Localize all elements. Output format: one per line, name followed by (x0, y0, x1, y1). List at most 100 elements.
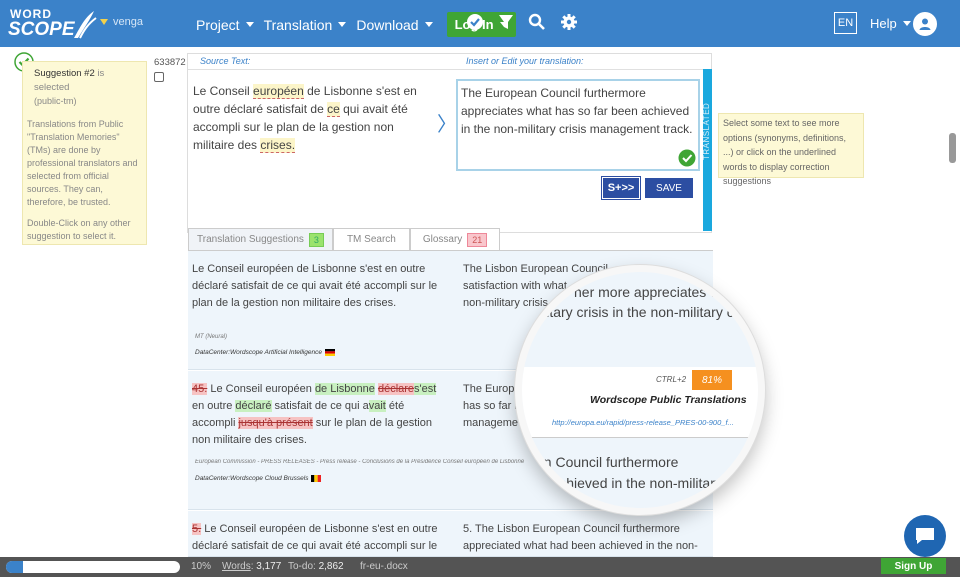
search-icon[interactable] (528, 13, 546, 31)
suggestion-source: Le Conseil européen de Lisbonne s'est en… (192, 263, 438, 309)
save-button[interactable]: SAVE (645, 178, 693, 198)
chevron-right-icon[interactable]: 〉 (437, 108, 457, 137)
todo-value: 2,862 (318, 561, 344, 572)
suggestion-row[interactable]: 5. Le Conseil européen de Lisbonne s'est… (188, 511, 713, 569)
info-subtitle: (public-tm) (34, 95, 77, 106)
tm-source-name: Wordscope Public Translations (590, 394, 747, 406)
nav-download-label: Download (356, 16, 419, 33)
diff-text: satisfait de ce qui a (271, 400, 369, 412)
editor-divider (188, 69, 711, 70)
nav-download[interactable]: Download (356, 16, 433, 33)
nav-translation-label: Translation (263, 16, 333, 33)
save-next-button[interactable]: S+>> (602, 177, 640, 199)
suggestion-datacenter: DataCenter:Wordscope Artificial Intellig… (195, 349, 335, 356)
todo-count: To-do: 2,862 (288, 561, 344, 572)
scrollbar[interactable] (949, 133, 956, 163)
diff-added: vait (368, 400, 386, 412)
toolbar-icons (466, 13, 592, 31)
segment-number: 633872 (154, 57, 186, 68)
suggestion-info-panel: Suggestion #2 is selected (public-tm) Tr… (22, 61, 147, 245)
segment-checkbox[interactable] (154, 72, 164, 82)
user-menu-caret-icon[interactable] (100, 19, 108, 25)
diff-deleted: jusqu'à présent (238, 417, 313, 429)
source-underlined-word[interactable]: ce (327, 102, 340, 117)
tab-translation-suggestions[interactable]: Translation Suggestions 3 (188, 228, 333, 250)
check-circle-icon[interactable] (466, 13, 484, 31)
diff-added: de Lis (314, 383, 345, 395)
translated-status-label: TRANSLATED (702, 102, 711, 160)
source-underlined-word[interactable]: crises. (260, 138, 296, 153)
tab-suggestions-label: Translation Suggestions (197, 234, 304, 245)
chevron-down-icon (902, 21, 911, 26)
help-menu[interactable]: Help (870, 16, 911, 31)
diff-added: s'est (414, 383, 437, 395)
user-name[interactable]: venga (113, 16, 143, 28)
source-text[interactable]: Le Conseil européen de Lisbonne s'est en… (193, 82, 433, 154)
magnifier-divider (522, 437, 758, 438)
source-underlined-word[interactable]: européen (253, 84, 304, 99)
magnified-text: ner more appreciates wh (574, 284, 729, 300)
tm-source-link[interactable]: http://europa.eu/rapid/press-release_PRE… (552, 418, 734, 427)
language-selector[interactable]: EN (834, 12, 857, 34)
suggestions-count-badge: 3 (308, 232, 324, 247)
target-translation-input[interactable]: The European Council furthermore appreci… (456, 79, 700, 171)
magnified-text: an Council furthermore (536, 454, 679, 470)
info-title: Suggestion #2 (34, 68, 95, 79)
match-percentage-badge: 81% (692, 370, 732, 390)
todo-label: To-do: (288, 561, 316, 572)
suggestion-meta: European Commission - PRESS RELEASES - P… (195, 459, 525, 465)
progress-bar (6, 561, 180, 573)
diff-text: Le Conseil européen (207, 383, 315, 395)
app-root: WORD SCOPE venga Project Translation Dow… (0, 0, 960, 577)
tab-tm-search[interactable]: TM Search (332, 228, 410, 250)
magnified-text: ilitary crisis in the non-military crisi… (540, 304, 759, 320)
flag-belgium-icon (311, 475, 322, 482)
diff-deleted: 5. (192, 523, 202, 535)
chat-icon[interactable] (904, 515, 946, 557)
diff-text: en outre (192, 400, 236, 412)
suggestion-datacenter: DataCenter:Wordscope Cloud Brussels (195, 475, 322, 482)
user-avatar-icon[interactable] (913, 12, 937, 36)
top-navbar: WORD SCOPE venga Project Translation Dow… (0, 0, 960, 47)
words-value: 3,177 (256, 561, 282, 572)
target-label: Insert or Edit your translation: (466, 56, 584, 66)
progress-fill (6, 561, 24, 573)
chevron-down-icon (424, 22, 433, 27)
help-label: Help (870, 16, 897, 31)
chevron-down-icon (338, 22, 347, 27)
file-name: fr-eu-.docx (360, 561, 408, 572)
signup-button[interactable]: Sign Up (881, 558, 946, 574)
filter-icon[interactable] (498, 13, 514, 31)
datacenter-label: DataCenter:Wordscope Cloud Brussels (195, 475, 309, 482)
diff-text: bonne (344, 383, 375, 395)
source-part: Le Conseil (193, 84, 254, 98)
words-label: Words (222, 561, 251, 572)
info-paragraph-1: Translations from Public "Translation Me… (27, 118, 138, 207)
nav-translation[interactable]: Translation (264, 17, 347, 33)
tab-glossary-label: Glossary (422, 234, 463, 245)
suggestion-tabs: Translation Suggestions 3 TM Search Gloss… (188, 228, 501, 250)
diff-deleted: déclare (377, 383, 415, 395)
status-bar: 10% Words: 3,177 To-do: 2,862 fr-eu-.doc… (0, 557, 960, 577)
hint-panel: Select some text to see more options (sy… (718, 113, 864, 186)
gear-icon[interactable] (560, 13, 578, 31)
wordscope-logo[interactable]: WORD SCOPE (8, 6, 97, 42)
diff-deleted: 45. (192, 383, 208, 395)
datacenter-label: DataCenter:Wordscope Artificial Intellig… (195, 349, 322, 356)
diff-added: déclaré (235, 400, 272, 412)
suggestion-meta: MT (Neural) (195, 334, 228, 340)
info-title-row: Suggestion #2 is selected (34, 67, 142, 95)
words-count[interactable]: Words: 3,177 (222, 561, 281, 572)
logo-line2: SCOPE (8, 19, 75, 40)
flag-germany-icon (324, 349, 335, 356)
glossary-count-badge: 21 (467, 232, 488, 247)
nav-project-label: Project (196, 16, 240, 33)
tab-glossary[interactable]: Glossary 21 (409, 228, 501, 250)
suggestion-source: 45. Le Conseil européen de Lisbonne décl… (192, 381, 442, 449)
shortcut-label: CTRL+2 (656, 375, 687, 384)
source-label: Source Text: (200, 56, 251, 66)
magnified-text: en achieved in the non-military (532, 475, 722, 491)
nav-project[interactable]: Project (196, 17, 254, 33)
tab-tm-search-label: TM Search (346, 234, 396, 245)
magnifier-overlay: ner more appreciates wh ilitary crisis i… (515, 265, 765, 515)
